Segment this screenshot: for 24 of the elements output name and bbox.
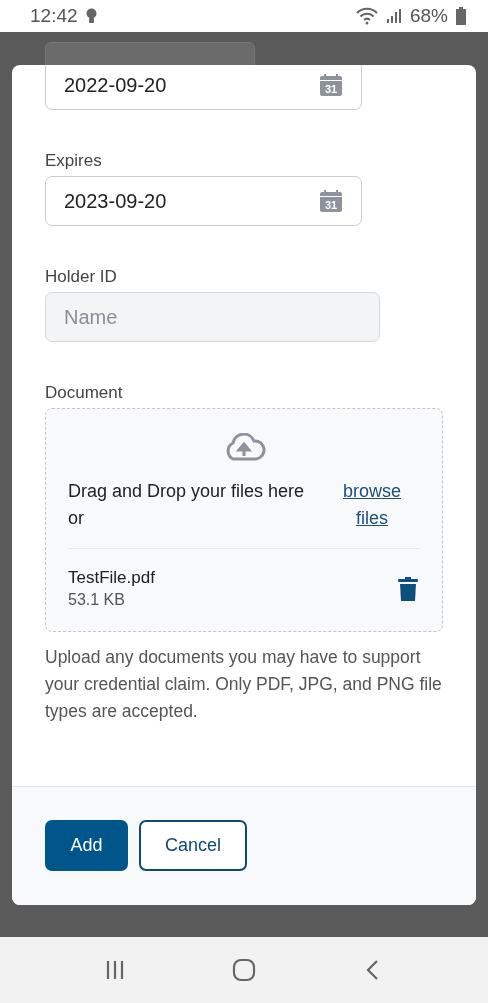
clock: 12:42 xyxy=(30,5,78,27)
calendar-icon: 31 xyxy=(319,73,343,97)
signal-icon xyxy=(385,8,402,24)
file-name: TestFile.pdf xyxy=(68,567,155,589)
battery-percent: 68% xyxy=(409,5,448,27)
lightbulb-icon xyxy=(85,8,97,24)
file-size: 53.1 KB xyxy=(68,590,126,610)
cancel-button[interactable]: Cancel xyxy=(139,820,248,871)
trash-icon[interactable] xyxy=(398,577,418,601)
date-field[interactable]: 2022-09-20 31 xyxy=(45,65,362,110)
field-label: Expires xyxy=(45,150,103,172)
help-text: Upload any documents you may have to support your credential claim. Only PDF, JPG, and PNG file types are accepted. xyxy=(45,646,443,723)
battery-icon xyxy=(456,7,466,25)
drop-prompt: Drag and Drop your files here or xyxy=(68,480,306,530)
wifi-icon xyxy=(355,7,378,25)
field-label: Document xyxy=(45,382,124,404)
home-icon[interactable] xyxy=(232,958,256,982)
add-button[interactable]: Add xyxy=(45,820,128,871)
browse-files-link[interactable]: browse files xyxy=(340,478,404,532)
file-dropzone[interactable]: Drag and Drop your files here or browse files TestFile.pdf 53.1 KB xyxy=(45,408,443,632)
calendar-icon: 31 xyxy=(319,189,343,213)
holder-id-field[interactable]: Name xyxy=(45,292,380,342)
date-field[interactable]: 2023-09-20 31 xyxy=(45,176,362,226)
field-label: Holder ID xyxy=(45,266,118,288)
